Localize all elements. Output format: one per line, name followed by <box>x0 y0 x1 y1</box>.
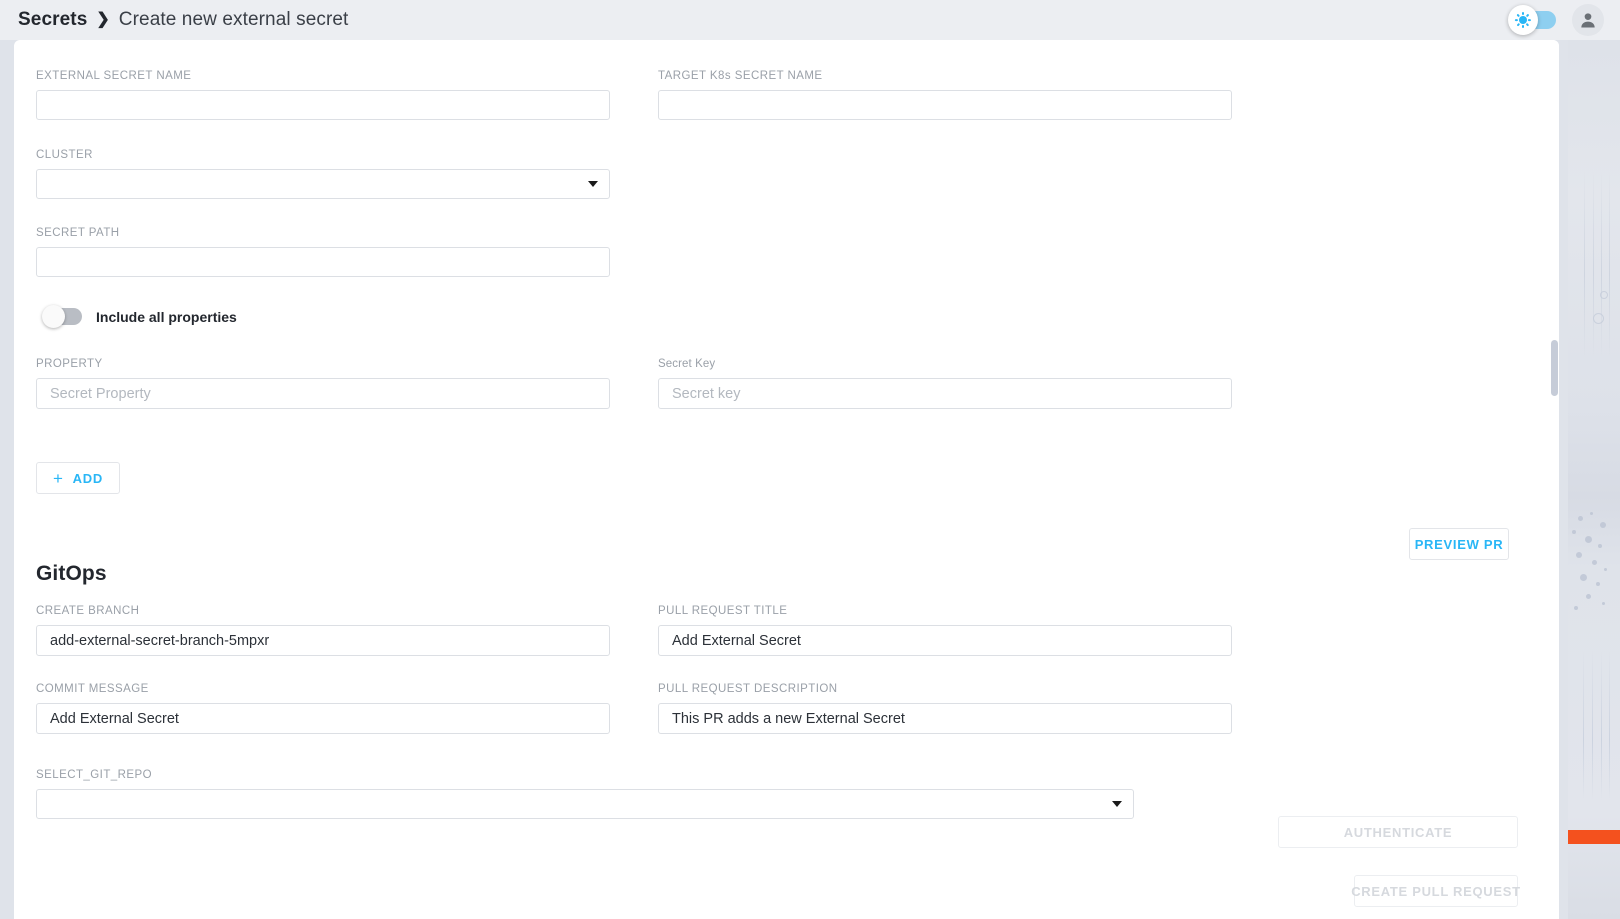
preview-pr-button[interactable]: PREVIEW PR <box>1409 528 1509 560</box>
commit-message-input[interactable] <box>36 703 610 734</box>
sun-icon <box>1515 12 1531 29</box>
include-all-properties-row: Include all properties <box>42 305 237 328</box>
secret-key-input[interactable] <box>658 378 1232 409</box>
decorative-streaks-bottom <box>1570 650 1616 800</box>
theme-toggle[interactable] <box>1508 5 1556 35</box>
label-property: PROPERTY <box>36 358 103 370</box>
label-commit-message: COMMIT MESSAGE <box>36 683 149 695</box>
decorative-orange-strip <box>1568 830 1620 844</box>
breadcrumb-separator-icon: ❯ <box>96 11 110 28</box>
add-property-button-label: ADD <box>72 470 103 486</box>
create-pull-request-button-label: CREATE PULL REQUEST <box>1351 883 1521 899</box>
authenticate-button-label: AUTHENTICATE <box>1343 824 1453 840</box>
main-content-panel: EXTERNAL SECRET NAME TARGET K8s SECRET N… <box>14 40 1559 919</box>
plus-icon: + <box>53 468 64 488</box>
secret-path-input[interactable] <box>36 247 610 277</box>
panel-scrollbar[interactable] <box>1550 40 1559 919</box>
field-pull-request-description: PULL REQUEST DESCRIPTION <box>658 683 1232 734</box>
label-pull-request-description: PULL REQUEST DESCRIPTION <box>658 683 838 695</box>
label-target-k8s-secret-name: TARGET K8s SECRET NAME <box>658 70 823 82</box>
label-external-secret-name: EXTERNAL SECRET NAME <box>36 70 192 82</box>
chevron-down-icon <box>1112 801 1122 807</box>
label-secret-key: Secret Key <box>658 358 716 370</box>
external-secret-name-input[interactable] <box>36 90 610 120</box>
decorative-dots <box>1568 510 1618 620</box>
field-commit-message: COMMIT MESSAGE <box>36 683 610 734</box>
label-pull-request-title: PULL REQUEST TITLE <box>658 605 788 617</box>
cluster-select[interactable] <box>36 169 610 199</box>
field-pull-request-title: PULL REQUEST TITLE <box>658 605 1232 656</box>
label-cluster: CLUSTER <box>36 149 93 161</box>
property-input[interactable] <box>36 378 610 409</box>
create-branch-input[interactable] <box>36 625 610 656</box>
select-git-repo-select[interactable] <box>36 789 1134 819</box>
field-target-k8s-secret-name: TARGET K8s SECRET NAME <box>658 70 1232 120</box>
include-all-properties-toggle[interactable] <box>42 305 82 328</box>
field-external-secret-name: EXTERNAL SECRET NAME <box>36 70 610 120</box>
preview-pr-button-label: PREVIEW PR <box>1414 536 1504 552</box>
include-all-properties-toggle-knob <box>42 305 65 328</box>
pull-request-description-input[interactable] <box>658 703 1232 734</box>
user-avatar[interactable] <box>1572 4 1604 36</box>
add-property-button[interactable]: + ADD <box>36 462 120 494</box>
include-all-properties-label: Include all properties <box>96 308 237 325</box>
external-secret-form: EXTERNAL SECRET NAME TARGET K8s SECRET N… <box>14 40 1550 919</box>
panel-scrollbar-thumb[interactable] <box>1551 340 1558 396</box>
label-select-git-repo: SELECT_GIT_REPO <box>36 769 153 781</box>
decorative-side-band <box>1568 40 1620 919</box>
field-property: PROPERTY <box>36 358 610 409</box>
breadcrumb-current-page: Create new external secret <box>118 9 349 30</box>
user-avatar-icon <box>1581 13 1595 28</box>
field-secret-key: Secret Key <box>658 358 1232 409</box>
theme-toggle-knob <box>1508 5 1538 35</box>
breadcrumb: Secrets ❯ Create new external secret <box>18 9 348 31</box>
field-secret-path: SECRET PATH <box>36 227 610 277</box>
authenticate-button[interactable]: AUTHENTICATE <box>1278 816 1518 848</box>
label-secret-path: SECRET PATH <box>36 227 120 239</box>
breadcrumb-root-link[interactable]: Secrets <box>18 9 87 31</box>
label-create-branch: CREATE BRANCH <box>36 605 140 617</box>
field-cluster: CLUSTER <box>36 149 610 199</box>
top-bar: Secrets ❯ Create new external secret <box>0 0 1620 40</box>
decorative-rings <box>1570 285 1614 355</box>
gitops-section-title: GitOps <box>36 562 107 585</box>
top-bar-actions <box>1508 4 1604 36</box>
field-create-branch: CREATE BRANCH <box>36 605 610 656</box>
target-k8s-secret-name-input[interactable] <box>658 90 1232 120</box>
create-pull-request-button[interactable]: CREATE PULL REQUEST <box>1351 875 1521 907</box>
field-select-git-repo: SELECT_GIT_REPO <box>36 769 1134 819</box>
chevron-down-icon <box>588 181 598 187</box>
pull-request-title-input[interactable] <box>658 625 1232 656</box>
